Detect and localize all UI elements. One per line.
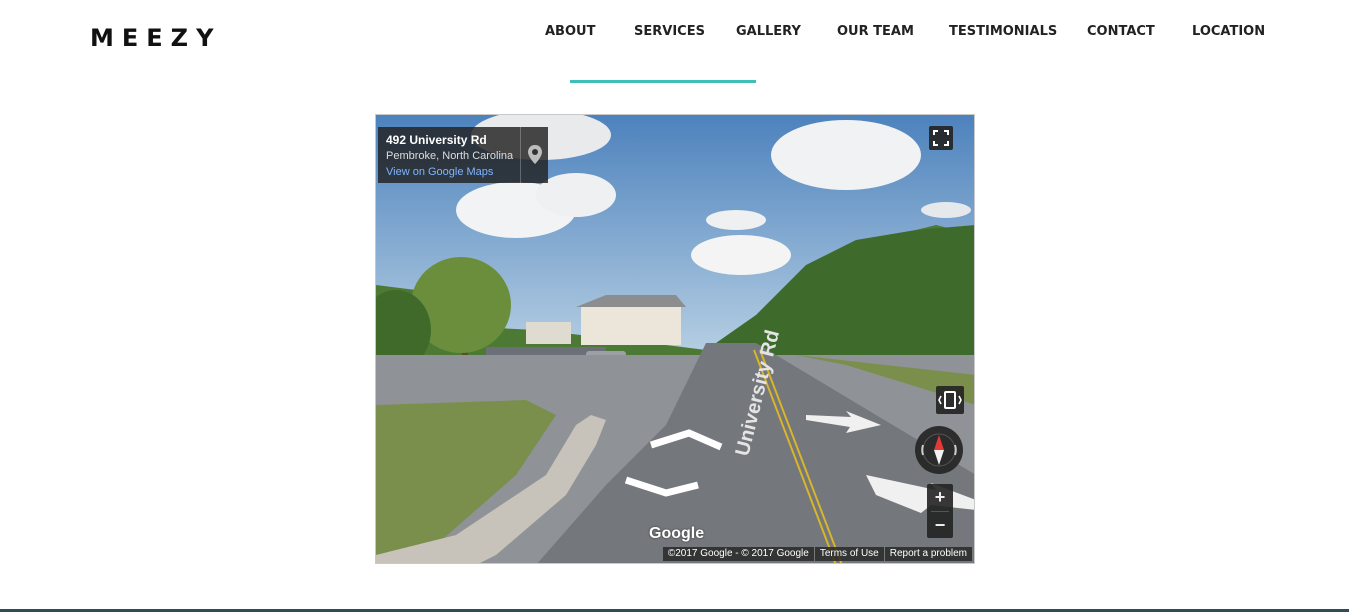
- nav-our-team[interactable]: OUR TEAM: [837, 24, 914, 39]
- attribution-bar: ©2017 Google - © 2017 Google Terms of Us…: [662, 547, 972, 561]
- copyright-text: ©2017 Google - © 2017 Google: [667, 548, 809, 559]
- zoom-in-icon[interactable]: +: [927, 484, 953, 511]
- nav-gallery[interactable]: GALLERY: [736, 24, 801, 39]
- nav-contact[interactable]: CONTACT: [1087, 24, 1155, 39]
- google-logo: Google: [649, 525, 705, 542]
- fullscreen-icon[interactable]: [929, 126, 953, 150]
- zoom-out-icon[interactable]: −: [927, 512, 953, 539]
- terms-of-use-link[interactable]: Terms of Use: [813, 547, 884, 561]
- address-title: 492 University Rd: [386, 133, 487, 147]
- nav-services[interactable]: SERVICES: [634, 24, 705, 39]
- rotate-device-icon[interactable]: [936, 386, 964, 414]
- nav-about[interactable]: ABOUT: [545, 24, 595, 39]
- view-on-google-maps-link[interactable]: View on Google Maps: [386, 166, 493, 178]
- compass-icon[interactable]: [915, 426, 963, 474]
- page: MEEZY ABOUT SERVICES GALLERY OUR TEAM TE…: [0, 0, 1349, 612]
- address-subtitle: Pembroke, North Carolina: [386, 150, 514, 162]
- street-view-embed[interactable]: University Rd 492 University Rd Pembroke…: [375, 114, 975, 564]
- address-card: 492 University Rd Pembroke, North Caroli…: [378, 127, 548, 183]
- pin-icon[interactable]: [520, 127, 549, 183]
- nav-testimonials[interactable]: TESTIMONIALS: [949, 24, 1057, 39]
- nav-location[interactable]: LOCATION: [1192, 24, 1265, 39]
- zoom-control: + −: [927, 484, 953, 538]
- main-nav: ABOUT SERVICES GALLERY OUR TEAM TESTIMON…: [0, 24, 1349, 44]
- nav-active-underline: [570, 80, 756, 83]
- report-problem-link[interactable]: Report a problem: [883, 547, 972, 561]
